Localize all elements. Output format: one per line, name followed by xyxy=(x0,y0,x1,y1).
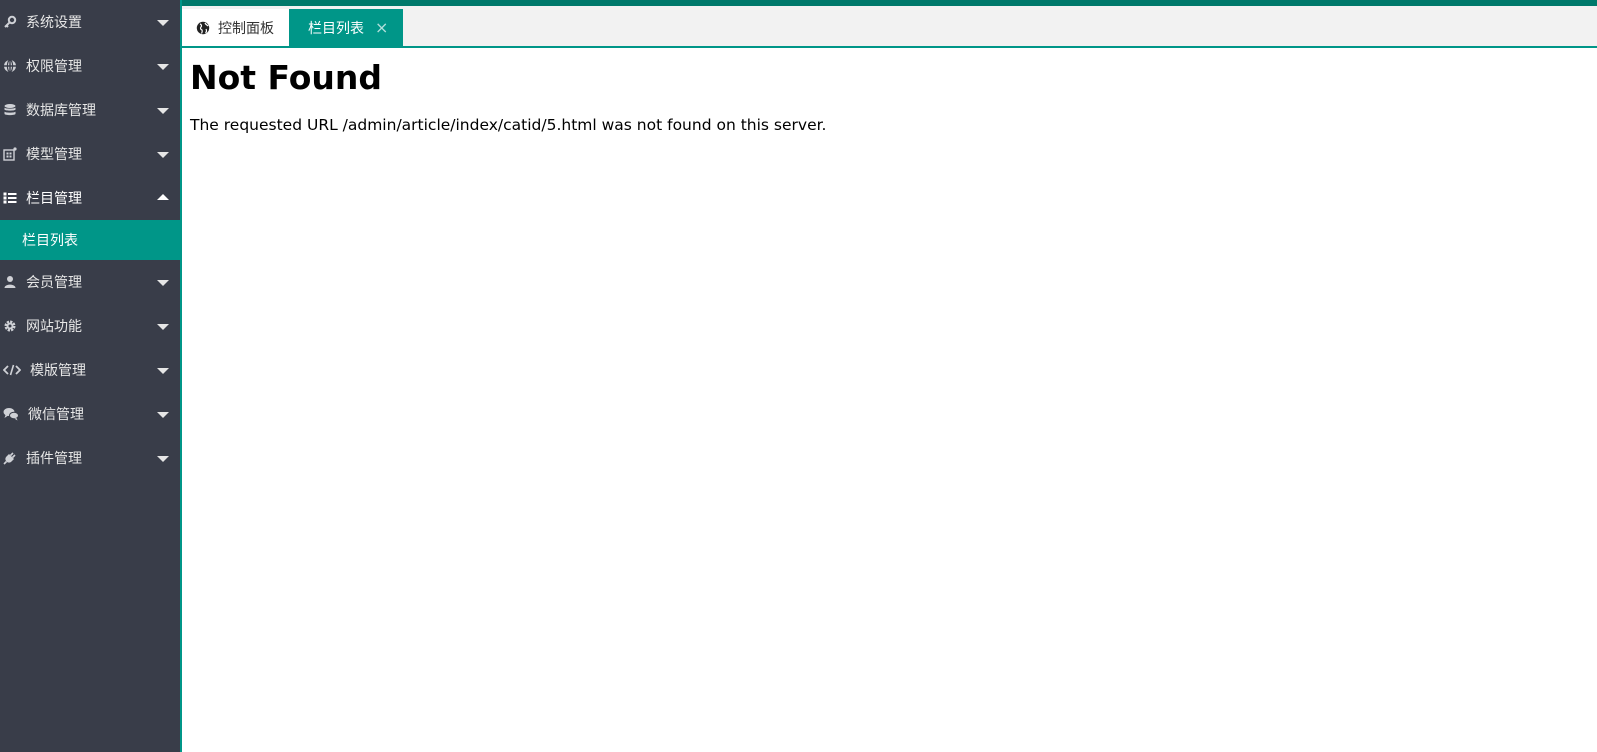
globe-icon xyxy=(196,21,210,35)
chevron-down-icon xyxy=(157,368,169,374)
sidebar-item-label: 网站功能 xyxy=(26,319,82,335)
list-icon xyxy=(3,191,17,205)
chevron-down-icon xyxy=(157,456,169,462)
sidebar-subitem-column-list[interactable]: 栏目列表 xyxy=(0,220,180,260)
main-left-border xyxy=(180,0,182,752)
sidebar-item-permissions[interactable]: 权限管理 xyxy=(0,44,180,88)
chevron-down-icon xyxy=(157,108,169,114)
sidebar-item-wechat[interactable]: 微信管理 xyxy=(0,392,180,436)
sidebar-item-label: 模型管理 xyxy=(26,147,82,163)
plug-icon xyxy=(3,451,17,465)
error-message: The requested URL /admin/article/index/c… xyxy=(190,116,827,134)
sidebar-item-label: 微信管理 xyxy=(28,407,84,423)
sidebar-item-plugins[interactable]: 插件管理 xyxy=(0,436,180,480)
sidebar-item-label: 数据库管理 xyxy=(26,103,96,119)
tab-label: 栏目列表 xyxy=(308,20,364,37)
chat-icon xyxy=(3,407,19,421)
tab-column-list[interactable]: 栏目列表 × xyxy=(289,9,403,46)
sidebar-item-members[interactable]: 会员管理 xyxy=(0,260,180,304)
sidebar: 系统设置 权限管理 数据库管理 模型管理 栏目管理 栏目列表 会员管理 网站功能… xyxy=(0,0,180,752)
sidebar-item-columns[interactable]: 栏目管理 xyxy=(0,176,180,220)
sidebar-item-label: 会员管理 xyxy=(26,275,82,291)
database-icon xyxy=(3,103,17,117)
tab-bar: 控制面板 栏目列表 × xyxy=(182,6,1597,48)
chevron-down-icon xyxy=(157,20,169,26)
chevron-down-icon xyxy=(157,412,169,418)
sidebar-subitem-label: 栏目列表 xyxy=(22,233,78,249)
code-icon xyxy=(3,363,21,377)
chevron-up-icon xyxy=(157,194,169,200)
sidebar-item-templates[interactable]: 模版管理 xyxy=(0,348,180,392)
chevron-down-icon xyxy=(157,152,169,158)
sidebar-item-models[interactable]: 模型管理 xyxy=(0,132,180,176)
sidebar-item-label: 模版管理 xyxy=(30,363,86,379)
page-title: Not Found xyxy=(190,58,383,97)
close-icon[interactable]: × xyxy=(375,19,388,36)
sidebar-item-label: 插件管理 xyxy=(26,451,82,467)
main-area: 控制面板 栏目列表 × Not Found The requested URL … xyxy=(180,0,1597,752)
sidebar-item-database[interactable]: 数据库管理 xyxy=(0,88,180,132)
user-icon xyxy=(3,275,17,289)
tab-control-panel[interactable]: 控制面板 xyxy=(182,9,289,46)
sidebar-item-site-functions[interactable]: 网站功能 xyxy=(0,304,180,348)
key-icon xyxy=(3,15,17,29)
chevron-down-icon xyxy=(157,324,169,330)
globe-icon xyxy=(3,59,17,73)
chevron-down-icon xyxy=(157,280,169,286)
page-content: Not Found The requested URL /admin/artic… xyxy=(190,56,826,136)
gear-icon xyxy=(3,319,17,333)
model-icon xyxy=(3,147,17,161)
sidebar-item-label: 权限管理 xyxy=(26,59,82,75)
tab-label: 控制面板 xyxy=(218,20,274,37)
sidebar-item-label: 栏目管理 xyxy=(26,191,82,207)
sidebar-item-label: 系统设置 xyxy=(26,15,82,31)
sidebar-item-system-settings[interactable]: 系统设置 xyxy=(0,0,180,44)
chevron-down-icon xyxy=(157,64,169,70)
